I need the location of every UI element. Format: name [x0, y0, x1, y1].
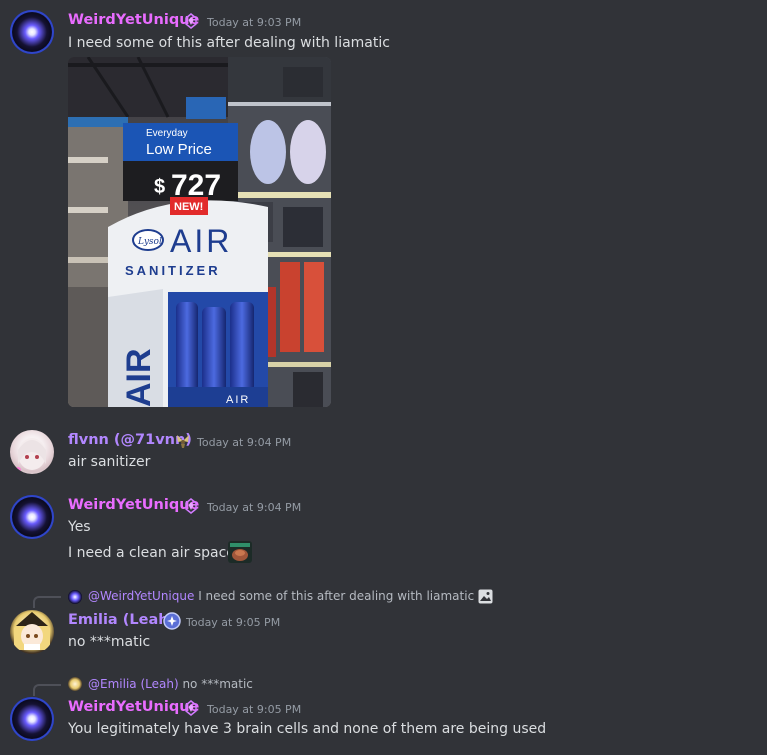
username[interactable]: Emilia (Leah): [68, 612, 175, 628]
message-text: no ***matic: [68, 634, 151, 650]
image-attachment-icon: [478, 589, 493, 604]
role-badge-icon[interactable]: [163, 612, 181, 630]
custom-emoji-icon[interactable]: [228, 541, 252, 563]
side-word: AIR: [120, 348, 158, 407]
message-text: You legitimately have 3 brain cells and …: [68, 721, 547, 737]
crystal-badge-icon[interactable]: [184, 13, 198, 29]
sign-bottom-text: Low Price: [146, 141, 212, 158]
username[interactable]: WeirdYetUnique: [68, 12, 199, 28]
reply-author[interactable]: @Emilia (Leah): [88, 677, 179, 691]
message-text: I need a clean air space: [68, 545, 235, 561]
new-tag-text: NEW!: [174, 201, 203, 213]
anime-avatar-icon: [15, 438, 46, 473]
reply-text[interactable]: no ***matic: [182, 677, 252, 691]
username[interactable]: WeirdYetUnique: [68, 497, 199, 513]
username[interactable]: flvnn (@71vnn): [68, 432, 192, 448]
reply-text[interactable]: I need some of this after dealing with l…: [198, 589, 474, 603]
avatar[interactable]: [10, 610, 54, 654]
reply-avatar[interactable]: [68, 677, 82, 691]
reply-connector: [33, 596, 61, 608]
avatar[interactable]: [10, 697, 54, 741]
reply-connector: [33, 684, 61, 696]
chat-log: WeirdYetUnique Today at 9:03 PM I need s…: [0, 0, 767, 755]
price-symbol: $: [154, 176, 165, 198]
avatar[interactable]: [10, 10, 54, 54]
username[interactable]: WeirdYetUnique: [68, 699, 199, 715]
timestamp: Today at 9:05 PM: [207, 703, 302, 716]
attachment-image[interactable]: Everyday Low Price $ 727 NEW! Lysol AIR …: [68, 57, 331, 407]
bottle-word: AIR: [226, 394, 250, 406]
reply-preview[interactable]: @Emilia (Leah) no ***matic: [88, 677, 253, 691]
sign-top-text: Everyday: [146, 128, 188, 139]
crystal-badge-icon[interactable]: [184, 700, 198, 716]
avatar[interactable]: [10, 495, 54, 539]
timestamp: Today at 9:05 PM: [186, 616, 281, 629]
message-text: I need some of this after dealing with l…: [68, 35, 390, 51]
timestamp: Today at 9:03 PM: [207, 16, 302, 29]
fairy-badge-icon[interactable]: [175, 433, 191, 449]
message-text: Yes: [68, 519, 91, 535]
reply-author[interactable]: @WeirdYetUnique: [88, 589, 194, 603]
timestamp: Today at 9:04 PM: [207, 501, 302, 514]
brand-logo-text: Lysol: [137, 237, 162, 247]
crystal-badge-icon[interactable]: [184, 498, 198, 514]
avatar[interactable]: [10, 430, 54, 474]
message-text: air sanitizer: [68, 454, 151, 470]
product-word: AIR: [170, 223, 232, 259]
anime-avatar-icon: [14, 612, 50, 650]
product-sub: SANITIZER: [125, 263, 221, 278]
timestamp: Today at 9:04 PM: [197, 436, 292, 449]
reply-preview[interactable]: @WeirdYetUnique I need some of this afte…: [88, 589, 474, 603]
store-photo: Everyday Low Price $ 727 NEW! Lysol AIR …: [68, 57, 331, 407]
reply-avatar[interactable]: [68, 590, 82, 604]
